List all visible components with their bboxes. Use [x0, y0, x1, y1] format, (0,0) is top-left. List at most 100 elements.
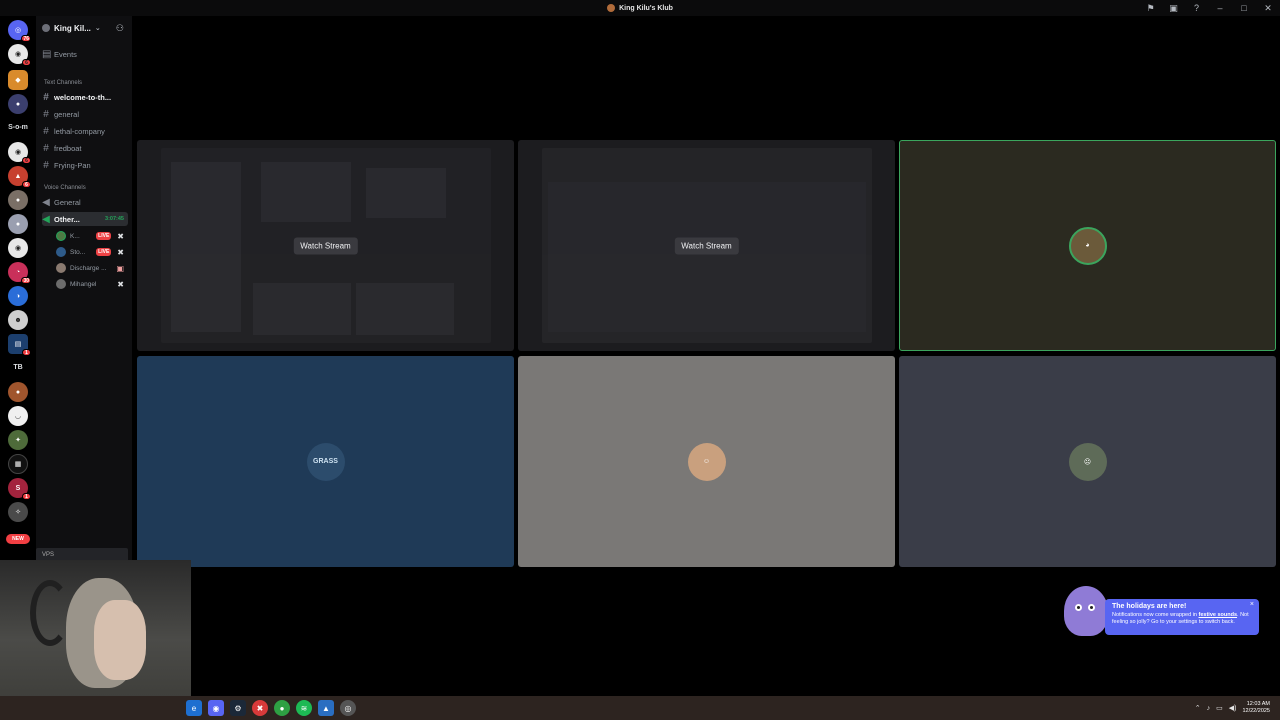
channel-label: Other... — [54, 214, 80, 224]
server-icon[interactable]: ● — [8, 382, 28, 402]
stream-tile[interactable]: Watch Stream — [137, 140, 514, 351]
close-icon[interactable]: × — [1250, 601, 1254, 608]
screen-icon[interactable]: ▣ — [1162, 0, 1185, 16]
new-badge[interactable]: NEW — [6, 534, 30, 544]
server-icon[interactable]: ● — [8, 190, 28, 210]
photos-icon[interactable]: ▲ — [318, 700, 334, 716]
voice-channel-general[interactable]: ◀ General — [42, 195, 128, 209]
voice-member[interactable]: Sto... LIVE ✖ — [56, 245, 128, 259]
voice-member[interactable]: Mihangel ✖ — [56, 277, 128, 291]
taskbar: e ◉ ⚙ ✖ ● ≋ ▲ ◎ ⌃ ♪ ▭ ◀) 12:03 AM 12/22/… — [0, 696, 1280, 720]
volume-icon[interactable]: ◀) — [1229, 704, 1237, 712]
clock[interactable]: 12:03 AM 12/22/2025 — [1242, 701, 1270, 715]
notification-title: The holidays are here! — [1112, 603, 1187, 610]
network-icon[interactable]: ▭ — [1216, 704, 1223, 712]
taskbar-apps: e ◉ ⚙ ✖ ● ≋ ▲ ◎ — [186, 700, 356, 716]
server-icon[interactable]: ● — [8, 94, 28, 114]
flag-icon[interactable]: ⚑ — [1139, 0, 1162, 16]
participant-tile[interactable]: GRASS — [137, 356, 514, 567]
app-icon[interactable]: ✖ — [252, 700, 268, 716]
server-icon[interactable]: ◔ 30 — [8, 262, 31, 284]
server-icon[interactable]: ● — [8, 214, 28, 234]
channel-fredboat[interactable]: # fredboat — [42, 141, 128, 155]
chevron-down-icon: ⌄ — [94, 25, 101, 32]
member-name: K... — [70, 232, 80, 240]
unread-badge: 6 — [22, 157, 31, 164]
direct-messages-button[interactable]: ◎ 76 — [8, 20, 31, 42]
participant-tile[interactable]: ☺ — [518, 356, 895, 567]
voice-channel-other[interactable]: ◀ Other... 3:07:45 — [42, 212, 128, 226]
channel-label: general — [54, 109, 80, 119]
unread-badge: 30 — [21, 277, 31, 284]
holiday-notification[interactable]: The holidays are here! Notifications now… — [1105, 599, 1259, 635]
events-item[interactable]: ▤ Events — [42, 47, 128, 61]
steam-icon[interactable]: ⚙ — [230, 700, 246, 716]
voice-member[interactable]: Discharge ... ▣ — [56, 261, 128, 275]
obs-icon[interactable]: ◎ — [340, 700, 356, 716]
voice-member[interactable]: K... LIVE ✖ — [56, 229, 128, 243]
guild-header[interactable]: King Kil... ⌄ ⚇ — [36, 16, 132, 40]
unread-badge: 76 — [21, 35, 31, 42]
watch-stream-button[interactable]: Watch Stream — [674, 237, 739, 254]
help-icon[interactable]: ? — [1185, 0, 1208, 16]
channel-welcome[interactable]: # welcome-to-th... — [42, 90, 128, 104]
maximize-button[interactable]: □ — [1232, 0, 1256, 16]
server-icon[interactable]: ▲ 6 — [8, 166, 31, 188]
add-user-icon[interactable]: ⚇ — [116, 23, 124, 34]
hash-icon: # — [43, 91, 49, 103]
webcam-face — [94, 600, 146, 680]
server-icon[interactable]: ◉ — [8, 238, 28, 258]
unread-badge: 1 — [22, 493, 31, 500]
voice-timer: 3:07:45 — [105, 216, 124, 222]
server-icon[interactable]: ◉ 6 — [8, 44, 31, 66]
server-icon[interactable]: ◡ — [8, 406, 28, 426]
server-icon[interactable]: ◆ — [8, 70, 28, 90]
server-icon[interactable]: S1 — [8, 478, 31, 500]
calendar-icon: ▤ — [42, 48, 52, 60]
discord-icon[interactable]: ◉ — [208, 700, 224, 716]
system-tray: ⌃ ♪ ▭ ◀) 12:03 AM 12/22/2025 — [1195, 696, 1270, 720]
hash-icon: # — [43, 125, 49, 137]
channel-label: General — [54, 197, 81, 207]
notification-body: Notifications now come wrapped in festiv… — [1112, 612, 1253, 626]
voice-channels-category[interactable]: Voice Channels — [44, 185, 86, 191]
window-title: King Kilu's Klub — [607, 4, 673, 12]
watch-stream-button[interactable]: Watch Stream — [293, 237, 358, 254]
server-icon[interactable]: ▤ 1 — [8, 334, 31, 356]
avatar — [56, 247, 66, 257]
channel-frying-pan[interactable]: # Frying-Pan — [42, 158, 128, 172]
participant-tile[interactable]: ◕ — [899, 140, 1276, 351]
spotify-icon[interactable]: ≋ — [296, 700, 312, 716]
unread-badge: 6 — [22, 181, 31, 188]
server-folder-label[interactable]: S-o-m — [2, 124, 34, 131]
channel-label: Frying-Pan — [54, 160, 91, 170]
mascot-eye — [1088, 604, 1095, 611]
avatar: ◕ — [1068, 226, 1107, 265]
app-icon[interactable]: ● — [274, 700, 290, 716]
shop-icon[interactable]: ▦ — [8, 454, 28, 474]
server-tb-label[interactable]: TB — [2, 364, 34, 371]
close-window-button[interactable]: ✕ — [1256, 0, 1280, 16]
participant-tile[interactable]: ☹ — [899, 356, 1276, 567]
mascot-eye — [1075, 604, 1082, 611]
window-titlebar: King Kilu's Klub ⚑ ▣ ? – □ ✕ — [0, 0, 1280, 16]
server-icon[interactable]: ◑ — [8, 286, 28, 306]
channel-label: welcome-to-th... — [54, 92, 112, 102]
microphone-icon[interactable]: ♪ — [1207, 705, 1211, 712]
text-channels-category[interactable]: Text Channels — [44, 80, 82, 86]
chevron-up-icon[interactable]: ⌃ — [1195, 704, 1201, 712]
server-icon[interactable]: ✦ — [8, 430, 28, 450]
server-icon[interactable]: ◉ 6 — [8, 142, 31, 164]
channel-general[interactable]: # general — [42, 107, 128, 121]
minimize-button[interactable]: – — [1208, 0, 1232, 16]
deafened-icon: ✖ — [117, 247, 124, 257]
channel-lethal-company[interactable]: # lethal-company — [42, 124, 128, 138]
holiday-mascot-icon — [1064, 586, 1108, 636]
hash-icon: # — [43, 108, 49, 120]
festive-sounds-link[interactable]: festive sounds — [1199, 612, 1238, 618]
edge-icon[interactable]: e — [186, 700, 202, 716]
stream-tile[interactable]: Watch Stream — [518, 140, 895, 351]
deafened-icon: ✖ — [117, 279, 124, 289]
server-icon[interactable]: ✧ — [8, 502, 28, 522]
server-icon[interactable]: ☻ — [8, 310, 28, 330]
